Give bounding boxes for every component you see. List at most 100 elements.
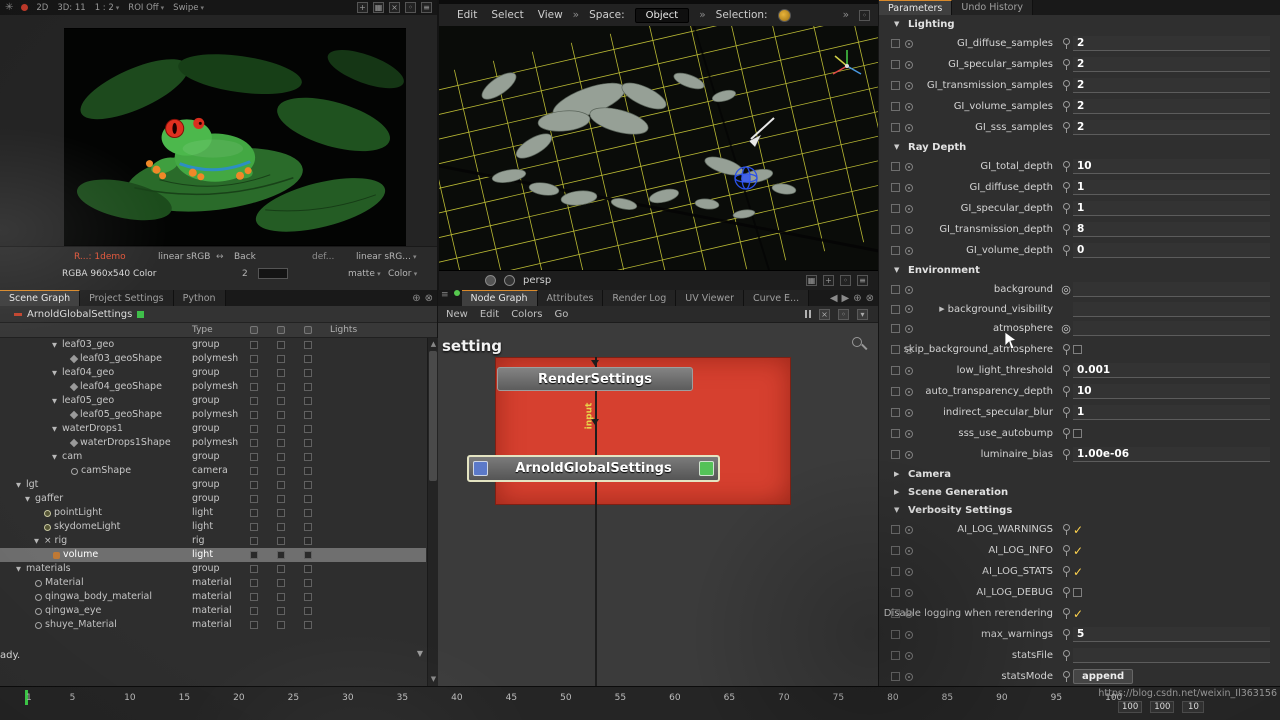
value-state-icon[interactable] (1063, 629, 1070, 640)
viewport-menu-view[interactable]: View (538, 9, 563, 21)
visibility-column-icon[interactable] (250, 326, 258, 334)
scenegraph-row-skydomelight[interactable]: skydomeLight light (0, 520, 426, 534)
viewport-3d-canvas[interactable] (439, 26, 879, 270)
timeline-tick-60[interactable]: 60 (669, 693, 680, 703)
colorspace2-dropdown[interactable]: linear sRG... (356, 252, 417, 262)
node-rendersettings[interactable]: RenderSettings (497, 367, 693, 391)
param-enable-icon[interactable] (905, 285, 913, 294)
timeline-tick-40[interactable]: 40 (451, 693, 462, 703)
timeline-tick-25[interactable]: 25 (288, 693, 299, 703)
visibility-checkbox[interactable] (277, 620, 285, 629)
param-state-box-icon[interactable] (891, 162, 900, 171)
value-state-icon[interactable] (1063, 101, 1070, 112)
render-toggle-icon[interactable] (485, 275, 496, 286)
wrench-icon[interactable]: × (819, 308, 830, 320)
param-value-field[interactable]: 0.001 (1073, 363, 1270, 378)
param-enable-icon[interactable] (905, 609, 913, 618)
param-enable-icon[interactable] (905, 525, 913, 534)
param-state-box-icon[interactable] (891, 81, 900, 90)
expander-icon[interactable]: ▼ (50, 450, 59, 464)
param-state-box-icon[interactable] (891, 366, 900, 375)
visibility-checkbox[interactable] (277, 382, 285, 391)
visibility-checkbox[interactable] (304, 410, 312, 419)
param-checkbox[interactable] (1073, 345, 1280, 354)
visibility-checkbox[interactable] (250, 466, 258, 475)
visibility-checkbox[interactable] (304, 396, 312, 405)
toolbar-item-2d[interactable]: 2D (36, 3, 48, 13)
param-value-field[interactable] (1073, 302, 1270, 317)
tab-scene-graph[interactable]: Scene Graph (0, 290, 81, 306)
param-value-field[interactable]: 2 (1073, 57, 1270, 72)
param-state-box-icon[interactable] (891, 408, 900, 417)
camera-icon[interactable]: ◦ (840, 275, 851, 286)
close-pane-icon[interactable]: ⊗ (425, 293, 433, 304)
tab-scroll-left-icon[interactable]: ◀ (830, 293, 838, 304)
visibility-checkbox[interactable] (250, 368, 258, 377)
param-value-field[interactable]: 10 (1073, 159, 1270, 174)
param-checkbox[interactable] (1073, 429, 1280, 438)
visibility-checkbox[interactable] (277, 494, 285, 503)
visibility-checkbox[interactable] (304, 438, 312, 447)
scenegraph-scrollbar[interactable]: ▲ ▼ (427, 338, 438, 686)
param-value-field[interactable]: 8 (1073, 222, 1270, 237)
timeline-tick-65[interactable]: 65 (724, 693, 735, 703)
param-section-ray-depth[interactable]: ▼ Ray Depth (879, 138, 1280, 156)
visibility-checkbox[interactable] (250, 620, 258, 629)
visibility-checkbox[interactable] (304, 592, 312, 601)
timeline-tick-30[interactable]: 30 (342, 693, 353, 703)
scenegraph-row-rig[interactable]: ▼ × rig rig (0, 534, 426, 548)
tab-undo-history[interactable]: Undo History (952, 0, 1034, 15)
visibility-checkbox[interactable] (304, 340, 312, 349)
visibility-checkbox[interactable] (250, 522, 258, 531)
nodegraph-canvas[interactable]: setting input RenderSettings ArnoldGloba… (438, 323, 878, 686)
background-color-swatch[interactable] (258, 268, 288, 279)
value-state-icon[interactable] (1063, 80, 1070, 91)
scenegraph-row-camshape[interactable]: camShape camera (0, 464, 426, 478)
visibility-checkbox[interactable] (277, 410, 285, 419)
viewer-column-icon[interactable] (304, 326, 312, 334)
param-enable-icon[interactable] (905, 305, 913, 313)
visibility-checkbox[interactable] (277, 452, 285, 461)
param-enable-icon[interactable] (905, 588, 913, 597)
value-state-icon[interactable] (1063, 245, 1070, 256)
tab-project-settings[interactable]: Project Settings (80, 290, 174, 306)
colorspace-dropdown[interactable]: linear sRGB (158, 252, 210, 262)
value-state-icon[interactable] (1063, 122, 1070, 133)
nodegraph-menu-go[interactable]: Go (555, 309, 569, 320)
default-label[interactable]: def... (312, 252, 334, 262)
param-checkbox[interactable] (1073, 588, 1280, 597)
param-value-field[interactable] (1073, 648, 1270, 663)
chevron-icon[interactable]: » (843, 9, 849, 21)
param-value-field[interactable]: 2 (1073, 99, 1270, 114)
visibility-checkbox[interactable] (277, 424, 285, 433)
visibility-checkbox[interactable] (304, 522, 312, 531)
param-value-field[interactable]: 1 (1073, 405, 1270, 420)
param-value-field[interactable]: 5 (1073, 627, 1270, 642)
expander-icon[interactable]: ▼ (50, 338, 59, 352)
param-state-box-icon[interactable] (891, 183, 900, 192)
scenegraph-row-leaf05-geoshape[interactable]: leaf05_geoShape polymesh (0, 408, 426, 422)
timeline-tick-85[interactable]: 85 (942, 693, 953, 703)
visibility-checkbox[interactable] (277, 340, 285, 349)
param-enable-icon[interactable] (905, 204, 913, 213)
tab-scroll-right-icon[interactable]: ▶ (842, 293, 850, 304)
param-state-box-icon[interactable] (891, 246, 900, 255)
value-state-icon[interactable] (1063, 566, 1070, 577)
timeline-tick-50[interactable]: 50 (560, 693, 571, 703)
visibility-checkbox[interactable] (277, 368, 285, 377)
visibility-checkbox[interactable] (250, 452, 258, 461)
chevron-icon[interactable]: » (699, 9, 705, 21)
visibility-checkbox[interactable] (304, 354, 312, 363)
scrollbar-thumb[interactable] (429, 351, 437, 481)
visibility-checkbox[interactable] (277, 606, 285, 615)
value-state-icon[interactable] (1063, 671, 1070, 682)
toolbar-item-roi-off[interactable]: ROI Off ▾ (128, 3, 164, 13)
timeline-field[interactable]: 100 (1150, 701, 1175, 713)
input-port[interactable] (473, 461, 488, 476)
value-state-icon[interactable] (1063, 587, 1070, 598)
search-icon[interactable] (852, 337, 862, 347)
collapse-triangle-icon[interactable]: ▼ (894, 266, 903, 274)
close-pane-icon[interactable]: ⊗ (866, 293, 874, 304)
param-value-field[interactable]: 2 (1073, 36, 1270, 51)
value-state-icon[interactable] (1063, 524, 1070, 535)
